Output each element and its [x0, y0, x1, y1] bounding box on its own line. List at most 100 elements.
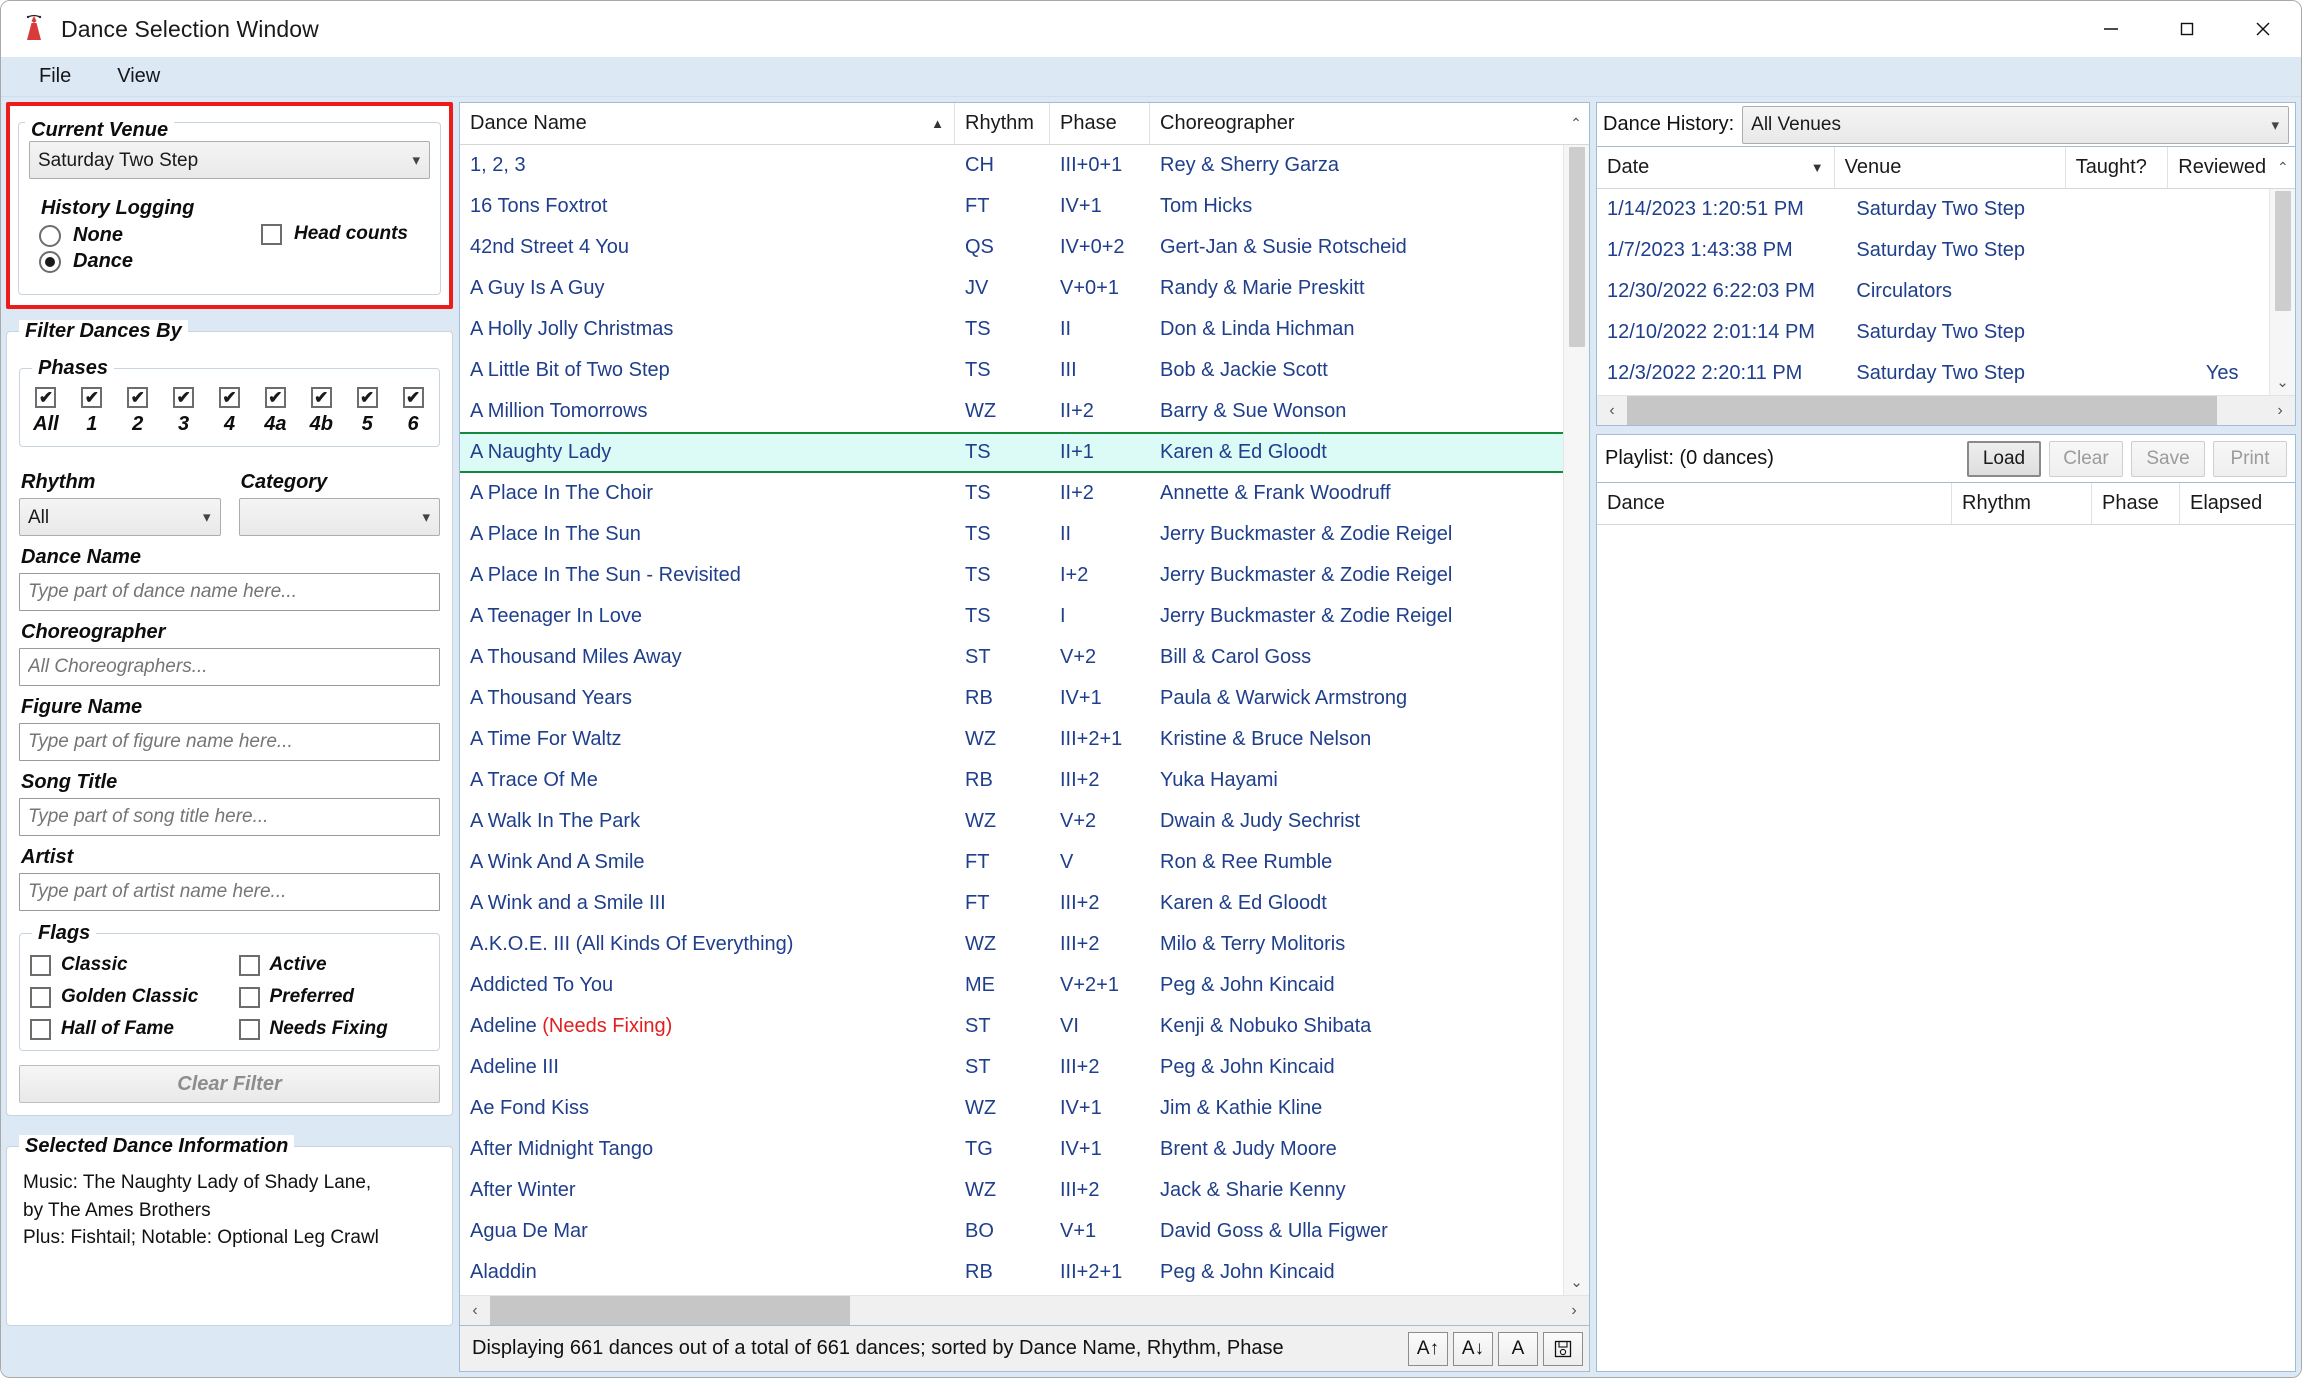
phase-checkbox-3[interactable]: [173, 387, 195, 408]
playlist-clear-button[interactable]: Clear: [2049, 440, 2123, 477]
column-header-taught[interactable]: Taught?: [2066, 147, 2169, 188]
clear-filter-button[interactable]: Clear Filter: [19, 1065, 440, 1103]
phase-checkbox-4b[interactable]: [310, 387, 332, 408]
scroll-left-icon[interactable]: ‹: [1597, 402, 1627, 420]
scrollbar-thumb[interactable]: [1568, 147, 1585, 347]
font-increase-button[interactable]: A↑: [1408, 1331, 1448, 1366]
history-scroll-up-icon[interactable]: ⌃: [2271, 147, 2295, 188]
save-button[interactable]: [1543, 1331, 1583, 1366]
head-counts-checkbox[interactable]: [260, 223, 282, 245]
menu-view[interactable]: View: [99, 61, 178, 92]
dance-name-input[interactable]: [19, 573, 440, 611]
table-row[interactable]: A.K.O.E. III (All Kinds Of Everything) WZ…: [460, 924, 1589, 965]
table-row[interactable]: A Place In The Sun - Revisited TS I+2 Jerry…: [460, 555, 1589, 596]
table-row[interactable]: Adeline III ST III+2 Peg & John Kincaid: [460, 1047, 1589, 1088]
table-row[interactable]: A Time For Waltz WZ III+2+1 Kristine & Bruc…: [460, 719, 1589, 760]
phase-checkbox-2[interactable]: [127, 387, 149, 408]
phase-checkbox-4a[interactable]: [264, 387, 286, 408]
flag-active[interactable]: Active: [238, 954, 430, 976]
table-row[interactable]: A Thousand Miles Away ST V+2 Bill & Carol G…: [460, 637, 1589, 678]
table-row[interactable]: 42nd Street 4 You QS IV+0+2 Gert-Jan & Susi…: [460, 227, 1589, 268]
song-title-input[interactable]: [19, 798, 440, 836]
grid-scroll-up-icon[interactable]: ⌃: [1563, 103, 1589, 144]
flag-needs-fixing[interactable]: Needs Fixing: [238, 1018, 430, 1040]
table-row[interactable]: A Place In The Sun TS II Jerry Buckmaster &…: [460, 514, 1589, 555]
dance-grid-horizontal-scrollbar[interactable]: ‹ ›: [460, 1295, 1589, 1325]
column-header-rhythm[interactable]: Rhythm: [955, 103, 1050, 144]
flag-preferred-checkbox[interactable]: [238, 986, 260, 1008]
column-header-reviewed[interactable]: Reviewed: [2168, 147, 2270, 188]
maximize-button[interactable]: [2149, 1, 2225, 57]
phase-checkbox-6[interactable]: [402, 387, 424, 408]
table-row[interactable]: A Walk In The Park WZ V+2 Dwain & Judy Sech…: [460, 801, 1589, 842]
scroll-left-icon[interactable]: ‹: [460, 1302, 490, 1320]
table-row[interactable]: Aladdin RB III+2+1 Peg & John Kincaid: [460, 1252, 1589, 1293]
table-row[interactable]: A Wink And A Smile FT V Ron & Ree Rumble: [460, 842, 1589, 883]
dance-history-venue-select[interactable]: All Venues: [1742, 105, 2289, 144]
artist-input[interactable]: [19, 873, 440, 911]
table-row[interactable]: Agua De Mar BO V+1 David Goss & Ulla Figwer: [460, 1211, 1589, 1252]
phase-checkbox-1[interactable]: [81, 387, 103, 408]
flag-hall-of-fame[interactable]: Hall of Fame: [30, 1018, 221, 1040]
table-row[interactable]: Addicted To You ME V+2+1 Peg & John Kincaid: [460, 965, 1589, 1006]
scroll-right-icon[interactable]: ›: [2265, 402, 2295, 420]
flag-active-checkbox[interactable]: [238, 954, 260, 976]
column-header-playlist-dance[interactable]: Dance: [1597, 483, 1952, 524]
figure-name-input[interactable]: [19, 723, 440, 761]
playlist-load-button[interactable]: Load: [1967, 440, 2041, 477]
table-row[interactable]: After Midnight Tango TG IV+1 Brent & Judy M…: [460, 1129, 1589, 1170]
column-header-choreographer[interactable]: Choreographer: [1150, 103, 1563, 144]
flag-golden-classic[interactable]: Golden Classic: [30, 986, 221, 1008]
table-row[interactable]: A Thousand Years RB IV+1 Paula & Warwick Ar…: [460, 678, 1589, 719]
table-row[interactable]: 12/10/2022 2:01:14 PM Saturday Two Step: [1597, 312, 2295, 353]
table-row[interactable]: 1/7/2023 1:43:38 PM Saturday Two Step: [1597, 230, 2295, 271]
table-row[interactable]: A Trace Of Me RB III+2 Yuka Hayami: [460, 760, 1589, 801]
playlist-print-button[interactable]: Print: [2213, 440, 2287, 477]
table-row[interactable]: 12/3/2022 2:20:11 PM Saturday Two Step Yes: [1597, 353, 2295, 394]
flag-preferred[interactable]: Preferred: [238, 986, 430, 1008]
font-reset-button[interactable]: A: [1498, 1331, 1538, 1366]
scroll-down-icon[interactable]: ⌄: [2270, 369, 2296, 395]
flag-classic[interactable]: Classic: [30, 954, 221, 976]
minimize-button[interactable]: [2073, 1, 2149, 57]
scroll-down-icon[interactable]: ⌄: [1564, 1269, 1590, 1295]
phase-checkbox-5[interactable]: [356, 387, 378, 408]
table-row[interactable]: 1, 2, 3 CH III+0+1 Rey & Sherry Garza: [460, 145, 1589, 186]
hscroll-thumb[interactable]: [490, 1295, 850, 1325]
column-header-playlist-phase[interactable]: Phase: [2092, 483, 2180, 524]
table-row[interactable]: A Place In The Choir TS II+2 Annette & Fran…: [460, 473, 1589, 514]
table-row[interactable]: A Guy Is A Guy JV V+0+1 Randy & Marie Presk…: [460, 268, 1589, 309]
table-row[interactable]: A Wink and a Smile III FT III+2 Karen & Ed …: [460, 883, 1589, 924]
table-row[interactable]: A Teenager In Love TS I Jerry Buckmaster & …: [460, 596, 1589, 637]
flag-needs-fixing-checkbox[interactable]: [238, 1018, 260, 1040]
table-row[interactable]: 12/30/2022 6:22:03 PM Circulators: [1597, 271, 2295, 312]
flag-classic-checkbox[interactable]: [30, 954, 51, 976]
table-row[interactable]: 1/14/2023 1:20:51 PM Saturday Two Step: [1597, 189, 2295, 230]
history-logging-dance[interactable]: Dance: [39, 250, 261, 273]
table-row[interactable]: 16 Tons Foxtrot FT IV+1 Tom Hicks: [460, 186, 1589, 227]
table-row[interactable]: A Million Tomorrows WZ II+2 Barry & Sue Won…: [460, 391, 1589, 432]
column-header-phase[interactable]: Phase: [1050, 103, 1150, 144]
column-header-playlist-elapsed[interactable]: Elapsed: [2180, 483, 2295, 524]
hscroll-thumb[interactable]: [1627, 395, 2217, 425]
hscroll-track[interactable]: [1627, 395, 2265, 425]
choreographer-input[interactable]: [19, 648, 440, 686]
column-header-dance-name[interactable]: Dance Name ▲: [460, 103, 955, 144]
dance-history-vertical-scrollbar[interactable]: ⌄: [2269, 189, 2295, 395]
column-header-playlist-rhythm[interactable]: Rhythm: [1952, 483, 2092, 524]
playlist-save-button[interactable]: Save: [2131, 440, 2205, 477]
table-row[interactable]: Ae Fond Kiss WZ IV+1 Jim & Kathie Kline: [460, 1088, 1589, 1129]
column-header-venue[interactable]: Venue: [1835, 147, 2066, 188]
table-row[interactable]: A Naughty Lady TS II+1 Karen & Ed Gloodt: [460, 432, 1589, 473]
table-row[interactable]: A Little Bit of Two Step TS III Bob & Jacki…: [460, 350, 1589, 391]
scrollbar-thumb[interactable]: [2274, 191, 2291, 311]
category-select[interactable]: [238, 498, 440, 536]
table-row[interactable]: After Winter WZ III+2 Jack & Sharie Kenny: [460, 1170, 1589, 1211]
table-row[interactable]: A Holly Jolly Christmas TS II Don & Linda H…: [460, 309, 1589, 350]
dance-history-horizontal-scrollbar[interactable]: ‹ ›: [1597, 395, 2295, 425]
flag-hall-of-fame-checkbox[interactable]: [30, 1018, 51, 1040]
current-venue-select[interactable]: Saturday Two Step: [29, 141, 430, 179]
close-button[interactable]: [2225, 1, 2301, 57]
phase-checkbox-all[interactable]: [35, 387, 57, 408]
menu-file[interactable]: File: [21, 61, 89, 92]
